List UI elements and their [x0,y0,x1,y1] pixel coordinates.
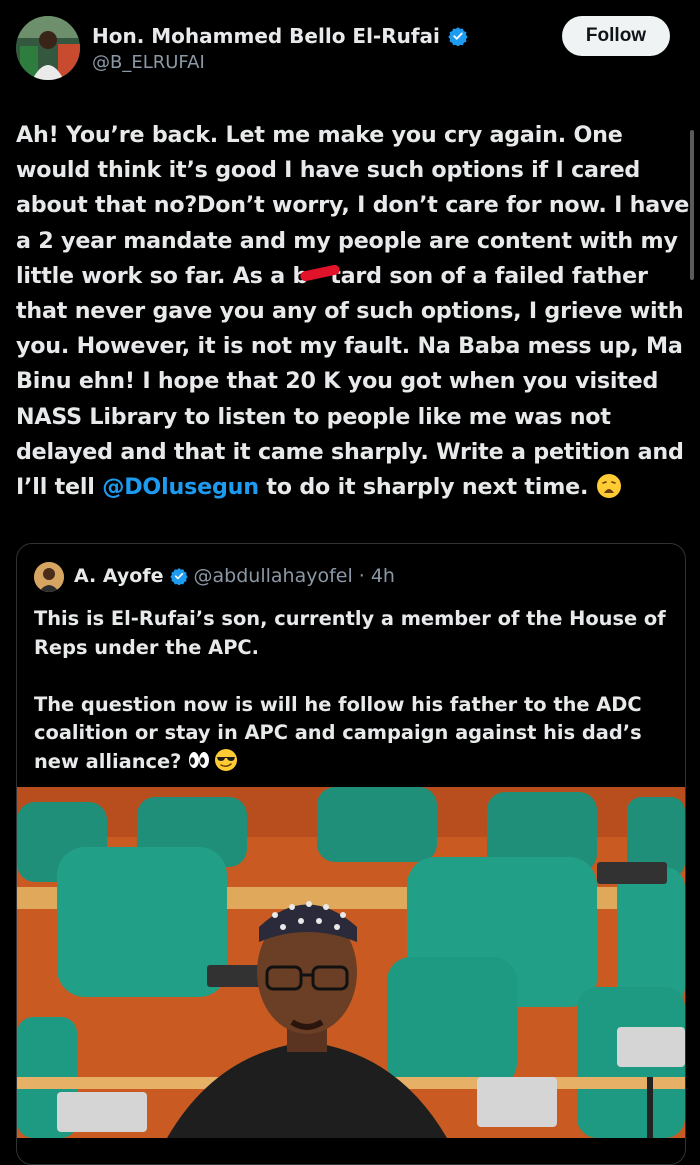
post-line: about that no?Don’t worry, I don’t care … [16,192,690,219]
post-line-part: to do it sharply next time. [258,474,596,501]
quoted-author-handle[interactable]: @abdullahayofel [194,565,353,587]
post-line-part: little work so far. As a b [16,262,309,289]
quoted-line: Reps under the APC. [34,635,259,659]
post-text: Ah! You’re back. Let me make you cry aga… [16,118,690,505]
post-line: Binu ehn! I hope that 20 K you got when … [16,368,659,395]
author-name-row: Hon. Mohammed Bello El-Rufai [92,24,468,48]
author-avatar[interactable] [16,16,80,80]
quoted-blank [34,662,674,691]
quoted-line: new alliance? [34,748,674,777]
verified-badge-icon [169,568,188,585]
post-line: NASS Library to listen to people like me… [16,403,611,430]
sunglasses-face-icon [215,749,238,772]
quoted-line: This is El-Rufai’s son, currently a memb… [34,607,666,630]
quoted-avatar-photo [34,562,64,592]
post-line: Ah! You’re back. Let me make you cry aga… [16,122,623,148]
verified-badge-icon [448,27,468,46]
weary-face-icon [596,473,621,498]
post-line-part: I’ll tell [16,474,103,501]
post-line: little work so far. As a b tard son of a … [16,259,684,294]
post-line-part: tard son of a failed father [330,262,648,289]
scrollbar[interactable] [690,130,694,280]
quoted-post-time: · 4h [358,565,395,587]
quoted-author-name[interactable]: A. Ayofe [74,565,164,587]
quoted-author-row: A. Ayofe @abdullahayofel · 4h [74,565,395,587]
quoted-post-text: This is El-Rufai’s son, currently a memb… [34,605,674,777]
author-name[interactable]: Hon. Mohammed Bello El-Rufai [92,24,440,48]
quoted-line-part: new alliance? [34,749,189,773]
follow-button[interactable]: Follow [562,16,670,56]
quoted-post-image[interactable] [17,787,685,1138]
author-handle[interactable]: @B_ELRUFAI [92,52,205,73]
post-line: delayed and that it came sharply. Write … [16,438,684,465]
post-line: would think it’s good I have such option… [16,157,641,184]
post-line: a 2 year mandate and my people are conte… [16,227,678,254]
post-line: that never gave you any of such options,… [16,298,684,325]
quoted-line: coalition or stay in APC and campaign ag… [34,721,642,745]
mention-link[interactable]: @DOlusegun [102,474,259,500]
chamber-photo [17,787,685,1138]
quoted-line: The question now is will he follow his f… [34,692,642,716]
post-line: I’ll tell @DOlusegun to do it sharply ne… [16,470,684,505]
quoted-author-avatar[interactable] [34,562,64,592]
post-line: you. However, it is not my fault. Na Bab… [16,333,683,360]
author-avatar-photo [16,16,80,80]
